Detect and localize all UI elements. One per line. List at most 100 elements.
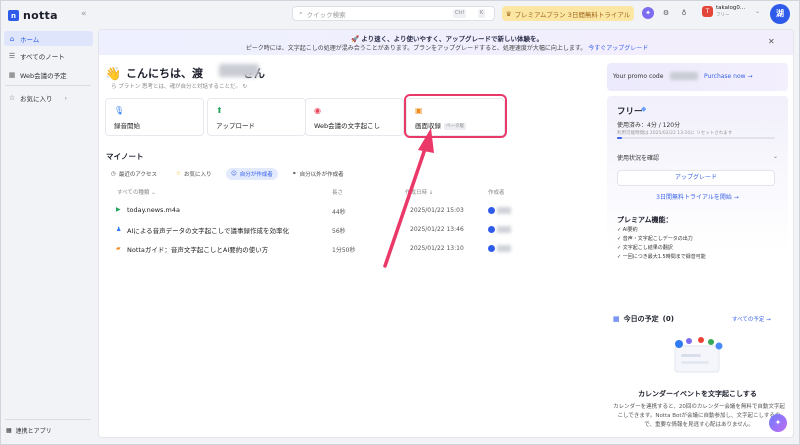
notta-logo-icon: n xyxy=(8,10,19,21)
all-events-link[interactable]: すべての予定 → xyxy=(732,315,771,323)
owner-redaction xyxy=(497,245,511,252)
owner-avatar xyxy=(488,245,495,252)
filter-recent[interactable]: ◷ 最近のアクセス xyxy=(106,168,162,180)
calendar-heading: カレンダーイベントを文字起こしする xyxy=(638,390,757,398)
workspace-plan: フリー xyxy=(716,13,730,18)
start-trial-link[interactable]: 3日間無料トライアルを開始 → xyxy=(607,192,788,201)
mic-icon: 🎙 xyxy=(114,106,125,115)
upgrade-button[interactable]: アップグレード xyxy=(617,170,775,186)
ai-assistant-button[interactable]: ✦ xyxy=(769,414,787,432)
record-card[interactable]: 🎙 録音開始 xyxy=(105,98,204,136)
note-length: 44秒 xyxy=(332,209,346,216)
sidebar-item-all-notes[interactable]: ☰ すべてのノート xyxy=(4,48,93,63)
calendar-icon: ▦ xyxy=(613,315,620,323)
upload-card[interactable]: ⬆ アップロード xyxy=(207,98,306,136)
calendar-illustration xyxy=(674,337,723,373)
logo[interactable]: n notta xyxy=(8,9,58,22)
table-row[interactable]: ▰ Nottaガイド：音声文字起こしとAI要約の使い方 xyxy=(116,244,268,255)
banner-message-text: ピーク時には、文字起こしの処理が混み合うことがあります。プランをアップグレードす… xyxy=(245,45,587,52)
ai-note-icon: ♟ xyxy=(116,226,122,233)
note-created: 2025/01/22 13:10 xyxy=(410,245,464,252)
filter-others[interactable]: ⚭ 自分以外が作成者 xyxy=(287,168,349,180)
meeting-transcribe-card[interactable]: ◉ Web会議の文字起こし xyxy=(305,98,404,136)
star-icon: ☆ xyxy=(8,93,16,102)
shortcut-ctrl: Ctrl xyxy=(453,9,466,18)
plan-name: フリー xyxy=(617,107,643,117)
sidebar-divider xyxy=(5,85,91,86)
upgrade-banner: 🚀 より速く、より使いやすく、アップグレードで新しい体験を。 ピーク時には、文字… xyxy=(99,30,793,55)
column-type[interactable]: すべての種類 ⌄ xyxy=(117,188,156,196)
banner-upgrade-link[interactable]: 今すぐアップグレード xyxy=(588,45,648,52)
diamond-icon: ◆ xyxy=(641,105,647,113)
calendar-count: (0) xyxy=(662,315,674,323)
card-label: アップロード xyxy=(216,122,255,130)
feature-text: 音声・文字起こしデータの出力 xyxy=(622,236,693,242)
user-icon: ☺ xyxy=(231,171,237,177)
sidebar-item-web-meetings[interactable]: ▦ Web会議の予定 xyxy=(4,67,93,82)
shortcut-k: K xyxy=(478,9,486,18)
promo-text: Your promo code xyxy=(613,73,664,80)
feature-text: 文字起こし結果の翻訳 xyxy=(622,245,673,251)
sidebar-divider xyxy=(5,419,91,420)
calendar-icon: ▦ xyxy=(8,70,16,79)
sidebar-item-label: Web会議の予定 xyxy=(20,71,67,80)
filter-label: 自分が作成者 xyxy=(239,172,273,178)
premium-trial-button[interactable]: ♛ プレミアムプラン 3日間無料トライアル xyxy=(502,6,634,21)
meeting-icon: ◉ xyxy=(314,106,321,115)
sidebar-item-home[interactable]: ⌂ ホーム xyxy=(4,31,93,46)
banner-headline: 🚀 より速く、より使いやすく、アップグレードで新しい体験を。 xyxy=(350,35,544,43)
filter-label: お気に入り xyxy=(183,172,212,178)
chevron-down-icon[interactable]: ⌄ xyxy=(773,153,778,160)
feature-item: ✓ 一回につき最大1.5時間まで録音可能 xyxy=(617,254,706,260)
purchase-link[interactable]: Purchase now → xyxy=(704,73,752,80)
sidebar: n notta « ⌂ ホーム ☰ すべてのノート ▦ Web会議の予定 ☆ お… xyxy=(1,1,95,444)
avatar[interactable]: 湖 xyxy=(770,4,790,24)
promo-box: Your promo code Purchase now → xyxy=(607,63,788,91)
filter-mine[interactable]: ☺ 自分が作成者 xyxy=(226,168,278,180)
workspace-badge[interactable]: T xyxy=(702,6,713,17)
reset-note: 利用可能時間は 2025/02/22 13:10に リセットされます xyxy=(617,131,733,136)
promo-code-redaction xyxy=(670,72,698,80)
chevron-down-icon[interactable]: ⌄ xyxy=(755,8,760,15)
sidebar-item-favorites[interactable]: ☆ お気に入り › xyxy=(4,90,93,105)
today-schedule-title: ▦ 今日の予定 (0) xyxy=(613,314,674,324)
table-row[interactable]: ▶ today.news.m4a xyxy=(116,206,180,214)
ai-badge-icon[interactable]: ✦ xyxy=(642,7,654,19)
usage-text: 使用済み：4分 / 120分 xyxy=(617,122,681,129)
integrations-link[interactable]: ▦ 連携とアプリ xyxy=(6,426,52,435)
search-placeholder: クイック検索 xyxy=(306,10,346,19)
column-length[interactable]: 長さ xyxy=(332,188,343,196)
owner-redaction xyxy=(497,207,511,214)
star-icon: ☆ xyxy=(176,171,181,177)
filter-favorites[interactable]: ☆ お気に入り xyxy=(171,168,216,180)
calendar-title-text: 今日の予定 xyxy=(623,315,659,323)
column-created[interactable]: 作成日時 ↓ xyxy=(405,188,433,196)
home-icon: ⌂ xyxy=(9,34,15,43)
close-icon[interactable]: ✕ xyxy=(768,37,775,46)
card-label: 録音開始 xyxy=(114,122,140,130)
users-icon: ⚭ xyxy=(292,171,297,177)
check-usage-toggle[interactable]: 使用状況を確認 xyxy=(617,153,659,162)
collapse-sidebar-icon[interactable]: « xyxy=(81,9,87,19)
integrations-label: 連携とアプリ xyxy=(15,428,52,435)
banner-message: ピーク時には、文字起こしの処理が混み合うことがあります。プランをアップグレードす… xyxy=(99,43,793,52)
bulb-icon[interactable]: ♁ xyxy=(678,7,690,19)
owner-redaction xyxy=(497,226,511,233)
usage-progress-fill xyxy=(617,137,623,139)
gear-icon[interactable]: ⚙ xyxy=(660,7,672,19)
feature-item: ✓ 文字起こし結果の翻訳 xyxy=(617,245,673,251)
filter-label: 自分以外が作成者 xyxy=(299,172,344,178)
feature-text: 一回につき最大1.5時間まで録音可能 xyxy=(622,254,706,260)
note-length: 1分50秒 xyxy=(332,247,356,254)
search-icon: ⌕ xyxy=(299,9,303,17)
feature-item: ✓ 音声・文字起こしデータの出力 xyxy=(617,236,693,242)
workspace-name[interactable]: takalog0... xyxy=(716,5,745,11)
table-row[interactable]: ♟ AIによる音声データの文字起こしで議事録作成を効率化 xyxy=(116,225,289,236)
feature-item: ✓ AI要約 xyxy=(617,227,638,233)
note-title: AIによる音声データの文字起こしで議事録作成を効率化 xyxy=(127,227,289,235)
search-input[interactable]: ⌕ クイック検索 Ctrl K xyxy=(292,6,495,21)
sidebar-item-label: ホーム xyxy=(20,35,40,44)
chevron-right-icon[interactable]: › xyxy=(65,94,68,102)
upload-icon: ⬆ xyxy=(216,106,223,115)
calendar-description: カレンダーを連携すると、20回のカレンダー会議を無料で自動文字起こしできます。N… xyxy=(613,404,785,428)
